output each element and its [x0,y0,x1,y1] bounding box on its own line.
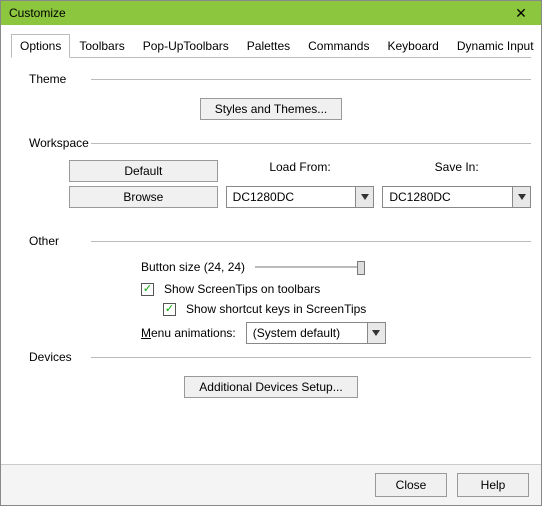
chevron-down-icon [355,187,373,207]
tab-dynamic-input[interactable]: Dynamic Input [448,34,542,58]
workspace-label: Workspace [11,136,91,150]
divider [91,79,531,80]
workspace-row-headers: Default Load From: Save In: [69,160,531,182]
close-icon[interactable]: ✕ [509,5,533,22]
button-size-slider[interactable] [255,258,365,276]
section-workspace-header: Workspace [11,136,531,150]
devices-body: Additional Devices Setup... [11,374,531,408]
menu-animations-value: (System default) [247,326,367,340]
save-in-value: DC1280DC [383,190,512,204]
divider [91,241,531,242]
default-button[interactable]: Default [69,160,218,182]
menu-animations-select[interactable]: (System default) [246,322,386,344]
tab-palettes[interactable]: Palettes [238,34,299,58]
content-area: Options Toolbars Pop-UpToolbars Palettes… [1,25,541,408]
tab-toolbars[interactable]: Toolbars [70,34,133,58]
devices-label: Devices [11,350,91,364]
other-body: Button size (24, 24) ✓ Show ScreenTips o… [11,258,531,344]
tab-strip: Options Toolbars Pop-UpToolbars Palettes… [11,33,531,58]
show-shortcut-row: ✓ Show shortcut keys in ScreenTips [141,302,531,316]
theme-label: Theme [11,72,91,86]
browse-button[interactable]: Browse [69,186,218,208]
titlebar: Customize ✕ [1,1,541,25]
menu-animations-row: Menu animations: (System default) [141,322,531,344]
show-shortcut-label: Show shortcut keys in ScreenTips [186,302,366,316]
customize-dialog: Customize ✕ Options Toolbars Pop-UpToolb… [0,0,542,506]
styles-and-themes-button[interactable]: Styles and Themes... [200,98,343,120]
additional-devices-button[interactable]: Additional Devices Setup... [184,376,357,398]
dialog-footer: Close Help [1,464,541,505]
show-shortcut-checkbox[interactable]: ✓ [163,303,176,316]
close-button[interactable]: Close [375,473,447,497]
button-size-label: Button size (24, 24) [141,260,245,274]
show-screentips-row: ✓ Show ScreenTips on toolbars [141,282,531,296]
section-devices-header: Devices [11,350,531,364]
section-theme-header: Theme [11,72,531,86]
tab-popup-toolbars[interactable]: Pop-UpToolbars [134,34,238,58]
slider-thumb[interactable] [357,261,365,275]
save-in-select[interactable]: DC1280DC [382,186,531,208]
chevron-down-icon [512,187,530,207]
window-title: Customize [9,6,509,20]
load-from-header: Load From: [226,160,375,182]
tab-commands[interactable]: Commands [299,34,378,58]
button-size-row: Button size (24, 24) [141,258,531,276]
divider [91,143,531,144]
tab-keyboard[interactable]: Keyboard [378,34,447,58]
menu-animations-label: Menu animations: [141,326,236,340]
load-from-value: DC1280DC [227,190,356,204]
show-screentips-label: Show ScreenTips on toolbars [164,282,320,296]
save-in-header: Save In: [382,160,531,182]
section-other-header: Other [11,234,531,248]
help-button[interactable]: Help [457,473,529,497]
workspace-row-values: Browse DC1280DC DC1280DC [69,186,531,208]
slider-track [255,266,365,268]
theme-body: Styles and Themes... [11,96,531,130]
divider [91,357,531,358]
load-from-select[interactable]: DC1280DC [226,186,375,208]
tab-options[interactable]: Options [11,34,70,58]
other-label: Other [11,234,91,248]
chevron-down-icon [367,323,385,343]
show-screentips-checkbox[interactable]: ✓ [141,283,154,296]
